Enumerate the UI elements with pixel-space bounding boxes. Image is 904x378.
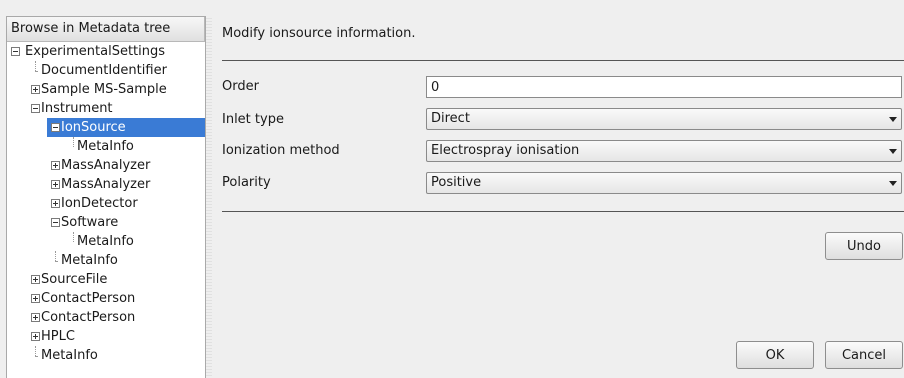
expand-icon[interactable]	[51, 161, 60, 170]
tree-connector	[35, 71, 37, 72]
collapse-icon[interactable]	[31, 104, 40, 113]
chevron-down-icon	[889, 181, 897, 186]
tree-item-experimental-settings[interactable]: ExperimentalSettings	[7, 42, 205, 61]
tree-item-instrument[interactable]: Instrument	[7, 99, 205, 118]
expand-icon[interactable]	[31, 275, 40, 284]
polarity-value: Positive	[431, 175, 482, 190]
tree-item-label: Sample MS-Sample	[41, 82, 167, 97]
tree-item-label: MassAnalyzer	[61, 158, 151, 173]
expand-icon[interactable]	[31, 313, 40, 322]
tree-item-label: ContactPerson	[41, 291, 136, 306]
polarity-select[interactable]: Positive	[426, 172, 902, 194]
tree-item-massanalyzer-2[interactable]: MassAnalyzer	[7, 175, 205, 194]
expand-icon[interactable]	[51, 199, 60, 208]
tree-item-massanalyzer-1[interactable]: MassAnalyzer	[7, 156, 205, 175]
order-label: Order	[222, 79, 259, 94]
tree-connector	[73, 232, 74, 242]
cancel-button[interactable]: Cancel	[825, 341, 903, 369]
tree-item-hplc[interactable]: HPLC	[7, 327, 205, 346]
tree-connector	[35, 61, 36, 71]
tree-item-contactperson-2[interactable]: ContactPerson	[7, 308, 205, 327]
metadata-tree: ExperimentalSettings DocumentIdentifier Sa…	[7, 42, 205, 365]
undo-button[interactable]: Undo	[825, 232, 903, 260]
tree-item-ionsource-metainfo[interactable]: MetaInfo	[7, 137, 205, 156]
collapse-icon[interactable]	[11, 47, 20, 56]
collapse-icon[interactable]	[51, 218, 60, 227]
tree-item-label: ContactPerson	[41, 310, 136, 325]
polarity-label: Polarity	[222, 175, 271, 190]
tree-item-contactperson-1[interactable]: ContactPerson	[7, 289, 205, 308]
expand-icon[interactable]	[31, 85, 40, 94]
expand-icon[interactable]	[31, 332, 40, 341]
chevron-down-icon	[889, 149, 897, 154]
tree-item-software-metainfo[interactable]: MetaInfo	[7, 232, 205, 251]
tree-item-label: HPLC	[41, 329, 75, 344]
tree-item-software[interactable]: Software	[7, 213, 205, 232]
collapse-icon[interactable]	[51, 123, 60, 132]
tree-header[interactable]: Browse in Metadata tree	[7, 17, 205, 42]
tree-item-sample[interactable]: Sample MS-Sample	[7, 80, 205, 99]
tree-item-label: IonDetector	[61, 196, 138, 211]
tree-item-sourcefile[interactable]: SourceFile	[7, 270, 205, 289]
tree-item-label: DocumentIdentifier	[41, 63, 167, 78]
tree-item-label: ExperimentalSettings	[25, 44, 166, 59]
tree-item-document-identifier[interactable]: DocumentIdentifier	[7, 61, 205, 80]
tree-item-label: IonSource	[61, 118, 156, 137]
ionization-method-select[interactable]: Electrospray ionisation	[426, 140, 902, 162]
expand-icon[interactable]	[51, 180, 60, 189]
tree-item-label: MetaInfo	[77, 139, 134, 154]
tree-item-label: MetaInfo	[61, 253, 118, 268]
tree-connector	[73, 137, 74, 147]
tree-item-instrument-metainfo[interactable]: MetaInfo	[7, 251, 205, 270]
top-separator	[222, 60, 904, 61]
inlet-type-value: Direct	[431, 111, 470, 126]
tree-item-metainfo[interactable]: MetaInfo	[7, 346, 205, 365]
tree-item-label: Software	[61, 215, 119, 230]
tree-item-label: MetaInfo	[77, 234, 134, 249]
tree-item-label: SourceFile	[41, 272, 108, 287]
inlet-type-label: Inlet type	[222, 112, 284, 127]
tree-connector	[55, 251, 56, 261]
ionsource-form-panel: Modify ionsource information. Order Inle…	[212, 16, 904, 378]
ionization-method-label: Ionization method	[222, 143, 340, 158]
tree-connector	[35, 356, 37, 357]
expand-icon[interactable]	[31, 294, 40, 303]
tree-item-label: MassAnalyzer	[61, 177, 151, 192]
chevron-down-icon	[889, 117, 897, 122]
ok-button[interactable]: OK	[736, 341, 814, 369]
tree-item-label: Instrument	[41, 101, 113, 116]
tree-connector	[35, 346, 36, 356]
tree-item-iondetector[interactable]: IonDetector	[7, 194, 205, 213]
form-title: Modify ionsource information.	[222, 26, 416, 41]
ionization-method-value: Electrospray ionisation	[431, 143, 580, 158]
inlet-type-select[interactable]: Direct	[426, 108, 902, 130]
tree-item-label: MetaInfo	[41, 348, 98, 363]
tree-item-ionsource[interactable]: IonSource	[7, 118, 205, 137]
order-input[interactable]	[426, 76, 902, 98]
bottom-separator	[222, 211, 904, 212]
metadata-tree-panel: Browse in Metadata tree ExperimentalSett…	[6, 16, 206, 378]
tree-connector	[55, 261, 57, 262]
